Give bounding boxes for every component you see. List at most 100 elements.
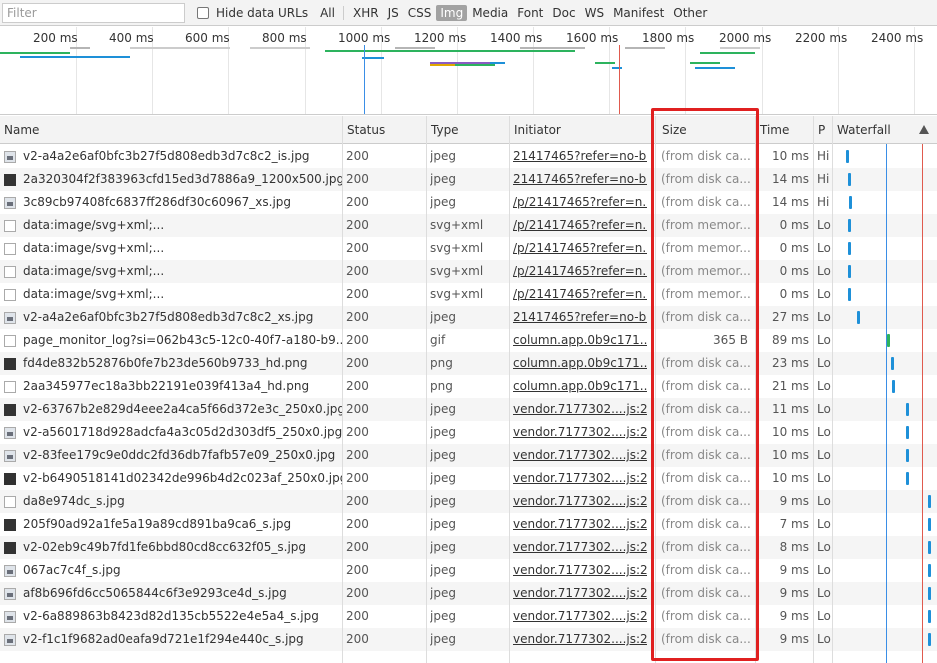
request-priority: Lo xyxy=(817,425,831,439)
request-row[interactable]: v2-a4a2e6af0bfc3b27f5d808edb3d7c8c2_is.j… xyxy=(0,145,937,168)
request-name-cell: 2aa345977ec18a3bb22191e039f413a4_hd.png xyxy=(4,375,342,398)
column-header-priority[interactable]: P xyxy=(813,116,832,144)
request-row[interactable]: 2aa345977ec18a3bb22191e039f413a4_hd.png 2… xyxy=(0,375,937,398)
column-divider xyxy=(342,144,343,663)
timeline-overview[interactable]: 200 ms 400 ms 600 ms 800 ms 1000 ms 1200 ms 14… xyxy=(0,27,937,115)
grid-header: Name Status Type Initiator Size Time P W… xyxy=(0,116,937,144)
column-header-waterfall[interactable]: Waterfall xyxy=(832,116,937,144)
request-status: 200 xyxy=(346,172,369,186)
request-row[interactable]: 2a320304f2f383963cfd15ed3d7886a9_1200x50… xyxy=(0,168,937,191)
request-initiator-link[interactable]: vendor.7177302....js:22 xyxy=(513,582,647,605)
waterfall-bar xyxy=(928,564,931,577)
request-initiator-link[interactable]: /p/21417465?refer=n... xyxy=(513,191,647,214)
overview-request-bar xyxy=(395,47,435,49)
request-time: 0 ms xyxy=(779,218,809,232)
column-header-name[interactable]: Name xyxy=(0,116,342,144)
request-initiator-link[interactable]: column.app.0b9c171... xyxy=(513,329,647,352)
waterfall-bar xyxy=(857,311,860,324)
request-initiator-link[interactable]: /p/21417465?refer=n... xyxy=(513,214,647,237)
request-type: svg+xml xyxy=(430,287,484,301)
request-initiator-link[interactable]: vendor.7177302....js:22 xyxy=(513,467,647,490)
waterfall-bar xyxy=(928,633,931,646)
file-thumbnail-icon xyxy=(4,357,16,370)
file-thumbnail-icon xyxy=(4,265,16,278)
filter-type-font[interactable]: Font xyxy=(513,5,547,21)
request-initiator-link[interactable]: vendor.7177302....js:22 xyxy=(513,628,647,651)
request-initiator-link[interactable]: column.app.0b9c171... xyxy=(513,352,647,375)
file-thumbnail-icon xyxy=(4,610,16,623)
file-thumbnail-icon xyxy=(4,587,16,600)
request-row[interactable]: 3c89cb97408fc6837ff286df30c60967_xs.jpg 2… xyxy=(0,191,937,214)
request-row[interactable]: data:image/svg+xml;... 200 svg+xml/p/21417… xyxy=(0,237,937,260)
request-type: png xyxy=(430,356,453,370)
request-initiator-link[interactable]: column.app.0b9c171... xyxy=(513,375,647,398)
request-row[interactable]: v2-f1c1f9682ad0eafa9d721e1f294e440c_s.jp… xyxy=(0,628,937,651)
filter-type-all[interactable]: All xyxy=(316,5,339,21)
request-row[interactable]: data:image/svg+xml;... 200 svg+xml/p/21417… xyxy=(0,260,937,283)
request-row[interactable]: v2-83fee179c9e0ddc2fd36db7fafb57e09_250x… xyxy=(0,444,937,467)
overview-request-bar xyxy=(455,64,495,66)
filter-type-js[interactable]: JS xyxy=(384,5,403,21)
filter-type-manifest[interactable]: Manifest xyxy=(609,5,668,21)
column-header-type[interactable]: Type xyxy=(426,116,509,144)
request-type: jpeg xyxy=(430,448,456,462)
filter-type-media[interactable]: Media xyxy=(468,5,512,21)
request-initiator-link[interactable]: vendor.7177302....js:22 xyxy=(513,513,647,536)
request-row[interactable]: data:image/svg+xml;... 200 svg+xml/p/21417… xyxy=(0,214,937,237)
request-time: 0 ms xyxy=(779,264,809,278)
request-row[interactable]: 067ac7c4f_s.jpg 200 jpeg vendor.7177302....… xyxy=(0,559,937,582)
waterfall-load-line xyxy=(922,144,923,663)
column-header-time[interactable]: Time xyxy=(755,116,813,144)
request-priority: Lo xyxy=(817,264,831,278)
file-thumbnail-icon xyxy=(4,288,16,301)
filter-type-other[interactable]: Other xyxy=(669,5,711,21)
request-row[interactable]: v2-b6490518141d02342de996b4d2c023af_250x… xyxy=(0,467,937,490)
filter-input[interactable] xyxy=(2,2,185,23)
file-thumbnail-icon xyxy=(4,196,16,209)
request-status: 200 xyxy=(346,609,369,623)
request-initiator-link[interactable]: /p/21417465?refer=n... xyxy=(513,283,647,306)
filter-type-css[interactable]: CSS xyxy=(404,5,436,21)
request-name-cell: v2-a4a2e6af0bfc3b27f5d808edb3d7c8c2_is.j… xyxy=(4,145,342,168)
request-row[interactable]: da8e974dc_s.jpg 200 jpeg vendor.7177302....… xyxy=(0,490,937,513)
request-initiator-link[interactable]: 21417465?refer=no-b... xyxy=(513,168,647,191)
waterfall-bar xyxy=(928,495,931,508)
request-initiator-link[interactable]: vendor.7177302....js:22 xyxy=(513,398,647,421)
request-row[interactable]: v2-a5601718d928adcfa4a3c05d2d303df5_250x… xyxy=(0,421,937,444)
request-initiator-link[interactable]: vendor.7177302....js:22 xyxy=(513,421,647,444)
request-initiator-link[interactable]: vendor.7177302....js:22 xyxy=(513,605,647,628)
request-initiator-link[interactable]: vendor.7177302....js:22 xyxy=(513,490,647,513)
request-row[interactable]: af8b696fd6cc5065844c6f3e9293ce4d_s.jpg 20… xyxy=(0,582,937,605)
request-initiator-link[interactable]: vendor.7177302....js:22 xyxy=(513,559,647,582)
request-time: 9 ms xyxy=(779,563,809,577)
request-row[interactable]: page_monitor_log?si=062b43c5-12c0-40f7-a… xyxy=(0,329,937,352)
request-name: v2-a4a2e6af0bfc3b27f5d808edb3d7c8c2_xs.j… xyxy=(23,310,314,324)
request-initiator-link[interactable]: vendor.7177302....js:22 xyxy=(513,444,647,467)
request-initiator-link[interactable]: vendor.7177302....js:22 xyxy=(513,536,647,559)
request-row[interactable]: v2-02eb9c49b7fd1fe6bbd80cd8cc632f05_s.jp… xyxy=(0,536,937,559)
hide-data-urls-checkbox[interactable] xyxy=(197,6,209,19)
column-header-initiator[interactable]: Initiator xyxy=(509,116,655,144)
column-header-status[interactable]: Status xyxy=(342,116,426,144)
filter-type-ws[interactable]: WS xyxy=(581,5,608,21)
filter-type-doc[interactable]: Doc xyxy=(548,5,579,21)
waterfall-bar xyxy=(928,518,931,531)
overview-request-bar xyxy=(20,56,130,58)
filter-type-img[interactable]: Img xyxy=(436,4,468,21)
request-initiator-link[interactable]: 21417465?refer=no-b... xyxy=(513,145,647,168)
request-row[interactable]: v2-6a889863b8423d82d135cb5522e4e5a4_s.jp… xyxy=(0,605,937,628)
request-initiator-link[interactable]: /p/21417465?refer=n... xyxy=(513,237,647,260)
request-name-cell: v2-a5601718d928adcfa4a3c05d2d303df5_250x… xyxy=(4,421,342,444)
request-status: 200 xyxy=(346,149,369,163)
request-row[interactable]: fd4de832b52876b0fe7b23de560b9733_hd.png 2… xyxy=(0,352,937,375)
request-row[interactable]: 205f90ad92a1fe5a19a89cd891ba9ca6_s.jpg 20… xyxy=(0,513,937,536)
request-row[interactable]: v2-63767b2e829d4eee2a4ca5f66d372e3c_250x… xyxy=(0,398,937,421)
request-row[interactable]: data:image/svg+xml;... 200 svg+xml/p/21417… xyxy=(0,283,937,306)
file-thumbnail-icon xyxy=(4,242,16,255)
request-initiator-link[interactable]: /p/21417465?refer=n... xyxy=(513,260,647,283)
hide-data-urls-toggle[interactable]: Hide data URLs xyxy=(197,6,308,20)
filter-type-xhr[interactable]: XHR xyxy=(349,5,383,21)
request-time: 10 ms xyxy=(771,425,809,439)
request-row[interactable]: v2-a4a2e6af0bfc3b27f5d808edb3d7c8c2_xs.j… xyxy=(0,306,937,329)
request-initiator-link[interactable]: 21417465?refer=no-b... xyxy=(513,306,647,329)
